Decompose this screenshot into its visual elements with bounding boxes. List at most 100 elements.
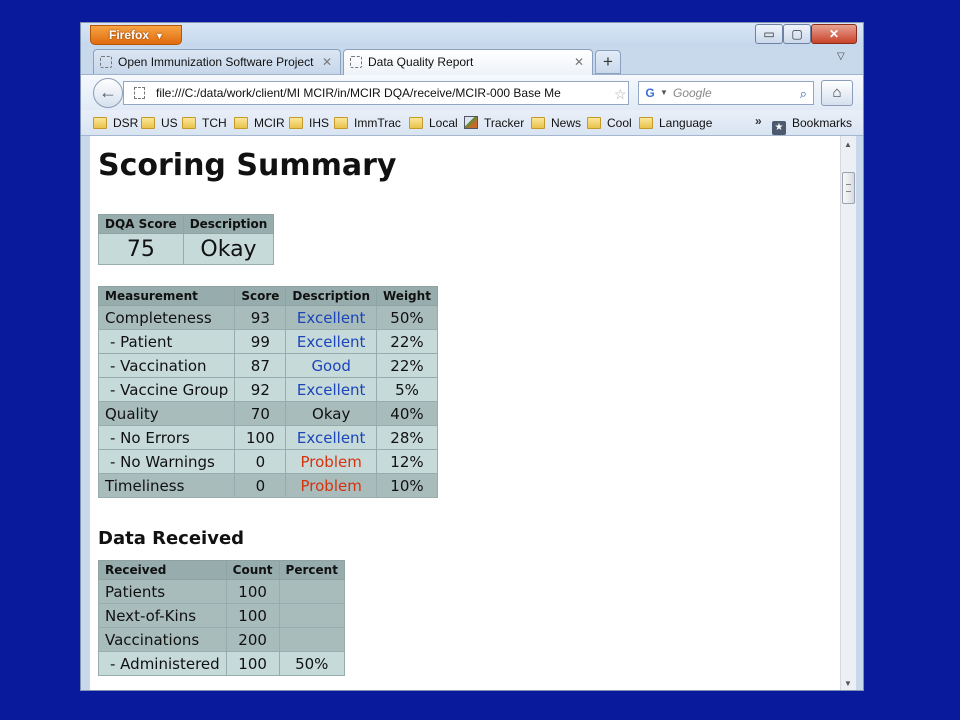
- received-count: 100: [225, 651, 280, 676]
- maximize-button[interactable]: ▢: [783, 24, 811, 44]
- dqa-score-value: 75: [98, 233, 184, 265]
- bookmark-label: DSR: [113, 116, 139, 130]
- measurement-score: 99: [234, 329, 287, 354]
- table-row: Quality 70 Okay 40%: [97, 401, 438, 426]
- navigation-toolbar: ← file:///C:/data/work/client/MI MCIR/in…: [81, 74, 863, 110]
- table-header-row: Measurement Score Description Weight: [97, 286, 438, 306]
- folder-icon: [409, 117, 423, 129]
- home-button[interactable]: ⌂: [821, 80, 853, 106]
- folder-icon: [587, 117, 601, 129]
- column-header: Description: [182, 214, 275, 234]
- minimize-button[interactable]: ▭: [755, 24, 783, 44]
- measurement-score: 87: [234, 353, 287, 378]
- table-row: - Vaccine Group 92 Excellent 5%: [97, 377, 438, 402]
- bookmark-folder-news[interactable]: News: [531, 115, 581, 131]
- measurement-name: - No Errors: [97, 425, 236, 450]
- back-arrow-icon: ←: [99, 82, 117, 102]
- vertical-scrollbar[interactable]: ▲ ▼: [840, 136, 856, 690]
- bookmark-folder-cool[interactable]: Cool: [587, 115, 632, 131]
- column-header: DQA Score: [98, 214, 184, 234]
- tab-data-quality-report[interactable]: Data Quality Report ✕: [343, 49, 593, 75]
- search-input[interactable]: G ▼ Google ⌕: [638, 81, 814, 105]
- bookmark-folder-language[interactable]: Language: [639, 115, 712, 131]
- measurement-weight: 22%: [376, 353, 438, 378]
- url-text: file:///C:/data/work/client/MI MCIR/in/M…: [156, 86, 561, 100]
- title-bar: Firefox ▼ ▭ ▢ ✕: [81, 23, 863, 47]
- scroll-down-icon[interactable]: ▼: [844, 679, 852, 688]
- folder-icon: [639, 117, 653, 129]
- url-bar[interactable]: file:///C:/data/work/client/MI MCIR/in/M…: [123, 81, 629, 105]
- received-name: - Administered: [98, 651, 227, 676]
- list-all-tabs-icon[interactable]: ▽: [837, 51, 845, 62]
- new-tab-button[interactable]: +: [595, 50, 621, 74]
- column-header: Count: [225, 560, 280, 580]
- data-received-heading: Data Received: [98, 528, 245, 549]
- bookmark-label: IHS: [309, 116, 330, 130]
- bookmark-folder-immtrac[interactable]: ImmTrac: [334, 115, 401, 131]
- measurement-description: Good: [285, 353, 377, 378]
- firefox-menu-label: Firefox: [109, 28, 150, 42]
- measurement-score: 100: [234, 425, 287, 450]
- firefox-menu-button[interactable]: Firefox ▼: [90, 25, 182, 45]
- received-count: 100: [225, 579, 280, 604]
- scrollbar-thumb[interactable]: [842, 172, 855, 204]
- data-received-table: Received Count Percent Patients 100 Next-o…: [98, 560, 345, 676]
- data-received-table-body: Patients 100 Next-of-Kins 100 Vaccinations 20…: [98, 579, 345, 676]
- bookmark-tracker[interactable]: Tracker: [464, 115, 524, 131]
- measurement-name: - Patient: [97, 329, 236, 354]
- received-percent: 50%: [278, 651, 345, 676]
- bookmark-star-icon[interactable]: ☆: [614, 87, 627, 101]
- table-row: Next-of-Kins 100: [98, 603, 345, 628]
- table-header-row: Received Count Percent: [98, 560, 345, 580]
- bookmarks-overflow-button[interactable]: »: [755, 114, 762, 128]
- received-name: Vaccinations: [98, 627, 227, 652]
- folder-icon: [141, 117, 155, 129]
- bookmark-label: Tracker: [484, 116, 525, 130]
- search-engine-dropdown-icon[interactable]: ▼: [660, 82, 668, 104]
- table-row: - Patient 99 Excellent 22%: [97, 329, 438, 354]
- tab-label: Data Quality Report: [368, 55, 474, 69]
- bookmark-folder-local[interactable]: Local: [409, 115, 458, 131]
- measurement-weight: 50%: [376, 305, 438, 330]
- tab-label: Open Immunization Software Project: [118, 55, 314, 69]
- measurement-description: Excellent: [285, 305, 377, 330]
- table-row: Timeliness 0 Problem 10%: [97, 473, 438, 498]
- table-row: Completeness 93 Excellent 50%: [97, 305, 438, 330]
- site-identity-icon[interactable]: [134, 87, 145, 99]
- measurement-description: Problem: [285, 449, 377, 474]
- close-tab-icon[interactable]: ✕: [574, 50, 584, 74]
- bookmark-folder-dsr[interactable]: DSR: [93, 115, 138, 131]
- measurement-description: Okay: [285, 401, 377, 426]
- measurement-score: 0: [234, 449, 287, 474]
- folder-icon: [234, 117, 248, 129]
- home-icon: ⌂: [832, 84, 842, 101]
- measurement-name: Quality: [97, 401, 236, 426]
- close-tab-icon[interactable]: ✕: [322, 50, 332, 74]
- table-row: Patients 100: [98, 579, 345, 604]
- measurement-score: 92: [234, 377, 287, 402]
- measurement-name: - No Warnings: [97, 449, 236, 474]
- tab-open-immunization[interactable]: Open Immunization Software Project ✕: [93, 49, 341, 75]
- search-placeholder: Google: [673, 86, 712, 100]
- bookmarks-star-icon: ★: [772, 121, 786, 135]
- google-icon[interactable]: G: [643, 86, 657, 100]
- bookmark-folder-ihs[interactable]: IHS: [289, 115, 329, 131]
- close-window-button[interactable]: ✕: [811, 24, 857, 44]
- bookmark-folder-tch[interactable]: TCH: [182, 115, 227, 131]
- bookmark-label: ImmTrac: [354, 116, 401, 130]
- back-button[interactable]: ←: [93, 78, 123, 108]
- browser-window: Firefox ▼ ▭ ▢ ✕ Open Immunization Softwar…: [80, 22, 864, 691]
- received-name: Patients: [98, 579, 227, 604]
- column-header: Description: [285, 286, 377, 306]
- scroll-up-icon[interactable]: ▲: [844, 140, 852, 149]
- received-count: 200: [225, 627, 280, 652]
- bookmark-folder-us[interactable]: US: [141, 115, 178, 131]
- measurement-score: 93: [234, 305, 287, 330]
- bookmark-folder-mcir[interactable]: MCIR: [234, 115, 285, 131]
- bookmark-label: US: [161, 116, 178, 130]
- bookmark-label: Cool: [607, 116, 632, 130]
- tab-bar: Open Immunization Software Project ✕ Dat…: [81, 47, 863, 75]
- table-row: - No Warnings 0 Problem 12%: [97, 449, 438, 474]
- bookmarks-menu-button[interactable]: ★ Bookmarks: [772, 115, 852, 135]
- search-icon[interactable]: ⌕: [800, 83, 807, 105]
